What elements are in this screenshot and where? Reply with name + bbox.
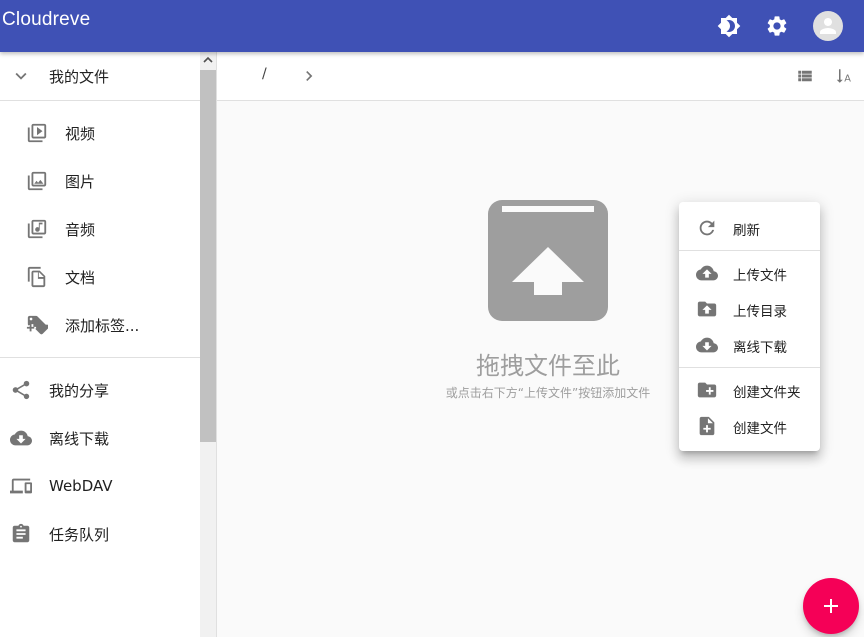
breadcrumb-root[interactable]: / xyxy=(262,66,267,82)
sidebar-item-webdav[interactable]: WebDAV xyxy=(0,462,200,510)
cloud-download-icon xyxy=(9,426,33,450)
menu-item-label: 创建文件夹 xyxy=(733,385,801,401)
plus-icon xyxy=(824,599,838,613)
app-title: Cloudreve xyxy=(2,9,91,30)
menu-item-upload-file[interactable]: 上传文件 xyxy=(679,255,820,291)
sidebar-item-images[interactable]: 图片 xyxy=(0,157,200,205)
sidebar-item-add-tag[interactable]: 添加标签... xyxy=(0,301,200,349)
sidebar-divider xyxy=(0,357,200,358)
view-list-icon xyxy=(798,70,812,82)
menu-item-new-file[interactable]: 创建文件 xyxy=(679,408,820,444)
avatar xyxy=(813,11,843,41)
sidebar-item-video[interactable]: 视频 xyxy=(0,109,200,157)
menu-item-offline-download[interactable]: 离线下载 xyxy=(679,327,820,363)
app-bar: Cloudreve xyxy=(0,0,864,52)
sidebar-border xyxy=(216,52,217,637)
sidebar-item-offline-download[interactable]: 离线下载 xyxy=(0,414,200,462)
menu-item-label: 刷新 xyxy=(733,223,760,239)
navigator-toolbar: / A xyxy=(217,52,864,101)
settings-button[interactable] xyxy=(757,6,797,46)
expand-more-icon xyxy=(9,64,33,88)
sidebar-item-label: 我的文件 xyxy=(49,67,110,86)
sidebar-item-label: WebDAV xyxy=(49,477,113,495)
context-menu: 刷新 上传文件 上传目录 离线下载 创建文件夹 创建文件 xyxy=(679,202,820,451)
task-clipboard-icon xyxy=(9,522,33,546)
menu-divider xyxy=(679,250,820,251)
sidebar-item-task-queue[interactable]: 任务队列 xyxy=(0,510,200,558)
theme-toggle-icon xyxy=(717,14,741,38)
cloud-download-icon xyxy=(695,333,719,357)
folder-upload-icon xyxy=(695,297,719,321)
settings-icon xyxy=(767,16,787,36)
menu-item-label: 上传文件 xyxy=(733,268,787,284)
menu-item-label: 创建文件 xyxy=(733,421,787,437)
scroll-up-button[interactable] xyxy=(200,52,216,68)
sidebar-item-label: 离线下载 xyxy=(49,429,110,448)
upload-archive-icon xyxy=(488,200,608,321)
refresh-icon xyxy=(695,216,719,240)
sidebar-item-label: 添加标签... xyxy=(65,316,140,335)
photo-library-icon xyxy=(25,169,49,193)
music-library-icon xyxy=(25,217,49,241)
devices-icon xyxy=(9,474,33,498)
menu-item-label: 离线下载 xyxy=(733,340,787,356)
chevron-right-icon xyxy=(306,71,313,81)
sidebar-item-my-shares[interactable]: 我的分享 xyxy=(0,366,200,414)
sidebar-item-label: 任务队列 xyxy=(49,525,110,544)
sidebar-item-documents[interactable]: 文档 xyxy=(0,253,200,301)
sort-button[interactable]: A xyxy=(833,64,857,88)
sidebar-item-my-files[interactable]: 我的文件 xyxy=(0,52,200,100)
add-fab-button[interactable] xyxy=(803,578,859,634)
sidebar-item-label: 视频 xyxy=(65,124,96,143)
chevron-up-icon xyxy=(203,56,213,63)
sidebar: 我的文件 视频 图片 音频 文档 添加标签... 我的分享 离线下载 WebDA… xyxy=(0,52,200,637)
empty-state-subtitle: 或点击右下方“上传文件”按钮添加文件 xyxy=(445,386,651,400)
breadcrumb-expand-button[interactable] xyxy=(299,66,319,86)
sidebar-divider xyxy=(0,100,200,101)
create-file-icon xyxy=(695,414,719,438)
create-folder-icon xyxy=(695,378,719,402)
cloud-upload-icon xyxy=(695,261,719,285)
sort-alpha-icon: A xyxy=(836,69,851,84)
theme-toggle-button[interactable] xyxy=(709,6,749,46)
sidebar-scrollbar-thumb[interactable] xyxy=(200,70,216,442)
menu-item-label: 上传目录 xyxy=(733,304,787,320)
menu-item-new-folder[interactable]: 创建文件夹 xyxy=(679,372,820,408)
sidebar-item-audio[interactable]: 音频 xyxy=(0,205,200,253)
sidebar-item-label: 文档 xyxy=(65,268,96,287)
menu-item-upload-folder[interactable]: 上传目录 xyxy=(679,291,820,327)
account-icon xyxy=(820,18,836,34)
menu-divider xyxy=(679,367,820,368)
svg-text:A: A xyxy=(844,73,851,84)
video-library-icon xyxy=(25,121,49,145)
empty-state-title: 拖拽文件至此 xyxy=(476,352,620,380)
sidebar-item-label: 我的分享 xyxy=(49,381,110,400)
sidebar-item-label: 图片 xyxy=(65,172,96,191)
document-copy-icon xyxy=(25,265,49,289)
sidebar-item-label: 音频 xyxy=(65,220,96,239)
tag-add-icon xyxy=(25,313,49,337)
menu-item-refresh[interactable]: 刷新 xyxy=(679,210,820,246)
account-button[interactable] xyxy=(808,6,848,46)
view-list-button[interactable] xyxy=(793,64,817,88)
share-icon xyxy=(9,378,33,402)
